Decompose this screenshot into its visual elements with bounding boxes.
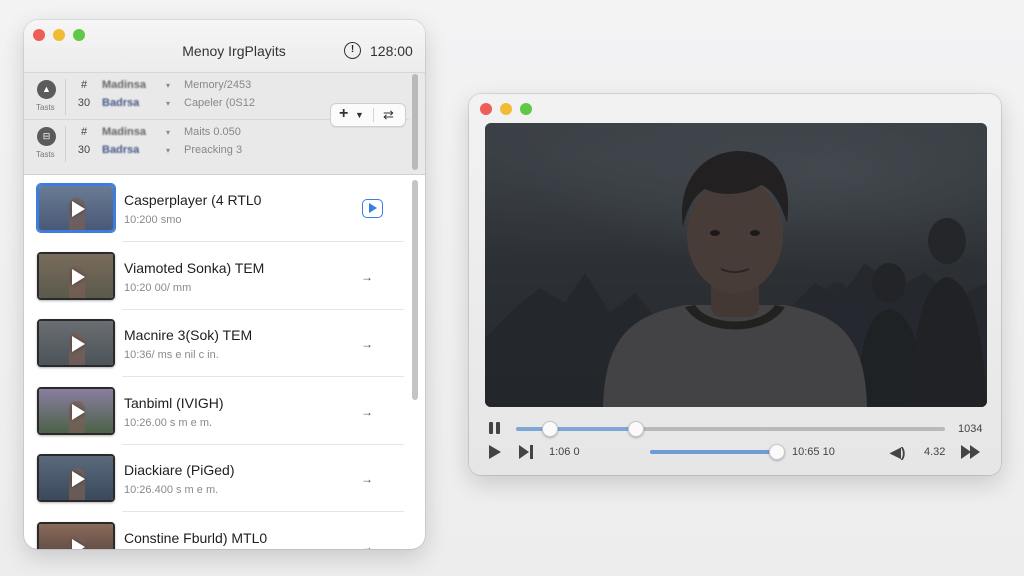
track-thumbnail[interactable] bbox=[37, 454, 115, 502]
playlist-duration: 128:00 bbox=[370, 43, 413, 59]
track-title: Macnire 3(Sok) TEM bbox=[124, 327, 253, 343]
chevron-down-icon[interactable]: ▾ bbox=[166, 81, 170, 90]
header-value: Maits 0.050 bbox=[184, 126, 241, 138]
window-controls bbox=[480, 103, 532, 115]
video-frame[interactable] bbox=[485, 123, 987, 407]
header-cell: Badrsa bbox=[102, 144, 140, 156]
arrow-right-icon[interactable]: → bbox=[361, 472, 373, 486]
track-title: Viamoted Sonka) TEM bbox=[124, 259, 265, 276]
plus-icon: + bbox=[339, 105, 349, 122]
total-time: 1034 bbox=[958, 423, 983, 435]
header-num: # bbox=[80, 79, 88, 91]
current-time: 1:06 0 bbox=[549, 446, 580, 458]
track-title: Constine Fburld) MTL0 bbox=[124, 529, 268, 546]
transport-row: 1:06 0 10:65 10 ◀) 4.32 bbox=[469, 441, 1001, 463]
video-dim-overlay bbox=[485, 123, 987, 407]
seek-handle[interactable] bbox=[542, 421, 559, 437]
playlist-track[interactable]: Diackiare (PiGed) 10:26.400 s m e m. → bbox=[24, 445, 412, 512]
seek-row: 1034 bbox=[469, 416, 1001, 438]
chevron-down-icon[interactable]: ▾ bbox=[166, 146, 170, 155]
track-title: Tanbiml (IVIGH) bbox=[124, 394, 224, 411]
play-icon bbox=[72, 268, 85, 285]
header-scrollbar[interactable] bbox=[412, 74, 418, 170]
track-meta: 10:200 smo bbox=[124, 214, 182, 226]
window-controls bbox=[33, 29, 85, 41]
playback-rate[interactable]: 4.32 bbox=[924, 446, 945, 458]
playlist-track[interactable]: Viamoted Sonka) TEM 10:20 00/ mm → bbox=[24, 243, 412, 310]
header-value: Preacking 3 bbox=[184, 144, 243, 156]
track-meta: 10:36/ ms e nil c in. bbox=[124, 349, 219, 361]
seek-progress bbox=[516, 427, 637, 431]
lock-icon[interactable]: ⊟ bbox=[37, 127, 56, 146]
playlist-track[interactable]: Macnire 3(Sok) TEM 10:36/ ms e nil c in. → bbox=[24, 310, 412, 377]
add-to-playlist-button[interactable]: + ▼ ⇄ bbox=[330, 103, 406, 127]
divider bbox=[373, 108, 374, 122]
header-num: 30 bbox=[77, 97, 91, 109]
header-cell: Badrsa bbox=[102, 97, 140, 109]
fast-forward-icon[interactable] bbox=[961, 445, 981, 459]
playlist-header: ▲ Tasts # 30 Madinsa Badrsa ▾ ▾ Memory/2… bbox=[24, 72, 425, 175]
playlist-window: Menoy IrgPlayits ! 128:00 ▲ Tasts # 30 M… bbox=[24, 20, 425, 549]
chevron-down-icon[interactable]: ▾ bbox=[166, 99, 170, 108]
minimize-icon[interactable] bbox=[500, 103, 512, 115]
remaining-time: 10:65 10 bbox=[792, 446, 835, 458]
repeat-icon[interactable]: ⇄ bbox=[383, 107, 394, 123]
header-num: # bbox=[80, 126, 88, 138]
seek-bar[interactable] bbox=[516, 421, 945, 437]
track-title: Casperplayer (4 RTL0 bbox=[124, 192, 262, 208]
track-meta: 10:20 00/ mm bbox=[124, 281, 192, 294]
play-icon bbox=[72, 201, 85, 217]
minimize-icon[interactable] bbox=[53, 29, 65, 41]
play-icon bbox=[72, 538, 85, 549]
pause-icon[interactable] bbox=[489, 422, 501, 434]
play-icon bbox=[72, 471, 85, 487]
header-num: 30 bbox=[77, 144, 91, 156]
track-thumbnail[interactable] bbox=[37, 184, 115, 232]
header-sub-label: Tasts bbox=[36, 150, 55, 159]
playlist-track[interactable]: Casperplayer (4 RTL0 10:200 smo bbox=[24, 175, 412, 242]
track-meta: 10:26.400 s m e m. bbox=[124, 484, 219, 496]
chevron-down-icon: ▼ bbox=[355, 110, 364, 120]
divider bbox=[65, 79, 66, 115]
track-thumbnail[interactable] bbox=[37, 319, 115, 367]
play-track-button[interactable] bbox=[362, 199, 383, 218]
playlist-track[interactable]: Constine Fburld) MTL010:200 aspitnere in… bbox=[24, 513, 412, 550]
play-icon bbox=[72, 336, 85, 352]
header-value: Capeler (0S12 bbox=[184, 97, 255, 109]
arrow-right-icon[interactable]: → bbox=[361, 540, 373, 550]
zoom-icon[interactable] bbox=[520, 103, 532, 115]
header-cell: Madinsa bbox=[102, 126, 147, 138]
track-thumbnail[interactable] bbox=[37, 251, 115, 300]
clock-icon: ! bbox=[344, 42, 361, 59]
playlist-titlebar: Menoy IrgPlayits ! 128:00 bbox=[24, 20, 425, 72]
play-icon bbox=[72, 403, 85, 420]
header-value: Memory/2453 bbox=[184, 79, 252, 91]
close-icon[interactable] bbox=[33, 29, 45, 41]
buffer-handle[interactable] bbox=[628, 421, 645, 437]
speaker-icon[interactable]: ◀) bbox=[890, 444, 905, 461]
chevron-down-icon[interactable]: ▾ bbox=[166, 128, 170, 137]
eject-icon[interactable]: ▲ bbox=[37, 80, 56, 99]
track-thumbnail[interactable] bbox=[37, 386, 115, 435]
playlist-track[interactable]: Tanbiml (IVIGH) 10:26.00 s m e m. → bbox=[24, 378, 412, 445]
header-sub-label: Tasts bbox=[36, 103, 55, 112]
player-window: 1034 1:06 0 10:65 10 ◀) 4.32 bbox=[469, 94, 1001, 475]
close-icon[interactable] bbox=[480, 103, 492, 115]
next-track-icon[interactable] bbox=[519, 445, 535, 459]
volume-handle[interactable] bbox=[768, 444, 785, 460]
arrow-right-icon[interactable]: → bbox=[361, 405, 373, 419]
divider bbox=[65, 126, 66, 162]
header-cell: Madinsa bbox=[102, 79, 147, 91]
playlist-title: Menoy IrgPlayits bbox=[182, 43, 286, 59]
track-thumbnail[interactable] bbox=[37, 521, 115, 549]
volume-level bbox=[650, 450, 777, 454]
track-meta: 10:26.00 s m e m. bbox=[124, 416, 213, 429]
arrow-right-icon[interactable]: → bbox=[361, 337, 373, 351]
play-icon[interactable] bbox=[489, 445, 501, 459]
volume-slider[interactable] bbox=[650, 444, 785, 460]
zoom-icon[interactable] bbox=[73, 29, 85, 41]
track-title: Diackiare (PiGed) bbox=[124, 462, 235, 478]
arrow-right-icon[interactable]: → bbox=[361, 270, 373, 284]
list-scrollbar[interactable] bbox=[412, 180, 418, 400]
